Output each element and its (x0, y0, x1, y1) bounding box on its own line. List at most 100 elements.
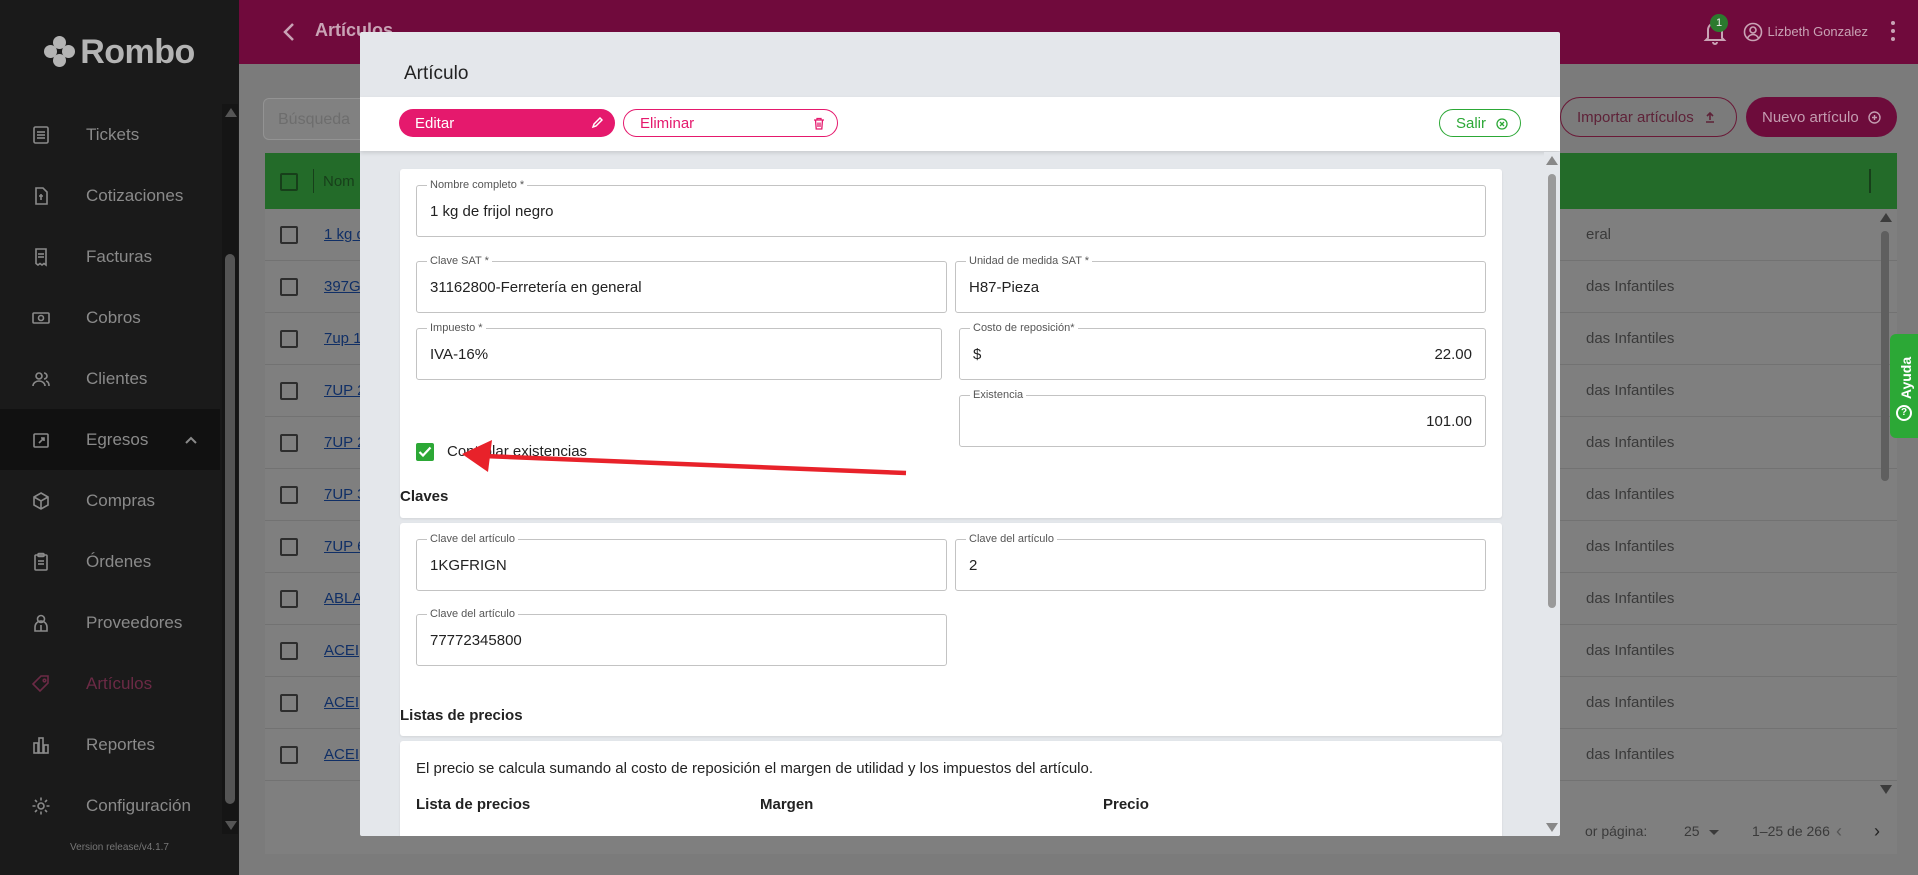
select-all-checkbox[interactable] (280, 173, 298, 191)
sidebar-item-cotizaciones[interactable]: Cotizaciones (0, 165, 220, 226)
article-name-link[interactable]: ACEI (324, 694, 359, 711)
field-label: Clave del artículo (427, 608, 518, 620)
article-name-link[interactable]: 1 kg d (324, 226, 365, 243)
row-checkbox[interactable] (280, 746, 298, 764)
row-checkbox[interactable] (280, 590, 298, 608)
stock-control-checkbox[interactable] (416, 443, 434, 461)
close-circle-icon (1496, 118, 1508, 130)
article-name-link[interactable]: 7up 1 (324, 330, 362, 347)
row-checkbox[interactable] (280, 434, 298, 452)
import-articles-label: Importar artículos (1577, 108, 1694, 126)
row-checkbox[interactable] (280, 486, 298, 504)
article-name-link[interactable]: 397G (324, 278, 361, 295)
table-scrollbar[interactable] (1878, 209, 1893, 794)
price-info-text: El precio se calcula sumando al costo de… (416, 760, 1094, 777)
pencil-icon (591, 117, 603, 129)
tax-field[interactable]: Impuesto * IVA-16% (416, 322, 942, 380)
trash-icon (814, 117, 824, 130)
field-label: Nombre completo * (427, 179, 528, 191)
row-checkbox[interactable] (280, 278, 298, 296)
sidebar-item-egresos[interactable]: Egresos (0, 409, 220, 470)
sat-unit-field[interactable]: Unidad de medida SAT * H87-Pieza (955, 255, 1486, 313)
sidebar-item-label: Proveedores (86, 612, 183, 632)
field-label: Clave del artículo (966, 533, 1057, 545)
row-checkbox[interactable] (280, 642, 298, 660)
modal-scrollbar[interactable] (1544, 152, 1560, 836)
scroll-up-arrow-icon[interactable] (225, 108, 237, 117)
price-lists-section-title: Listas de precios (400, 707, 523, 724)
tickets-icon (30, 124, 52, 146)
article-name-link[interactable]: ACEI (324, 642, 359, 659)
add-circle-icon (1868, 110, 1881, 124)
field-value: 1 kg de frijol negro (430, 203, 554, 220)
import-articles-button[interactable]: Importar artículos (1560, 97, 1737, 137)
sidebar-item-ordenes[interactable]: Órdenes (0, 531, 220, 592)
scroll-up-arrow-icon[interactable] (1880, 213, 1892, 222)
article-key-field[interactable]: Clave del artículo 2 (955, 533, 1486, 591)
exit-button[interactable]: Salir (1439, 109, 1521, 137)
new-article-button[interactable]: Nuevo artículo (1746, 97, 1897, 137)
scroll-up-arrow-icon[interactable] (1546, 156, 1558, 165)
field-value: 77772345800 (430, 632, 522, 649)
field-label: Costo de reposición* (970, 322, 1078, 334)
row-checkbox[interactable] (280, 694, 298, 712)
stock-field[interactable]: Existencia 101.00 (959, 389, 1486, 447)
sat-key-field[interactable]: Clave SAT * 31162800-Ferretería en gener… (416, 255, 947, 313)
version-label: Version release/v4.1.7 (70, 842, 169, 853)
row-checkbox[interactable] (280, 538, 298, 556)
sidebar: Rombo Tickets Cotizaciones Facturas Cobr… (0, 0, 239, 875)
modal-title: Artículo (404, 63, 469, 84)
currency-prefix: $ (973, 346, 982, 363)
sidebar-item-articulos[interactable]: Artículos (0, 653, 220, 714)
scroll-thumb[interactable] (225, 254, 235, 804)
article-key-field[interactable]: Clave del artículo 77772345800 (416, 608, 947, 666)
sidebar-item-proveedores[interactable]: Proveedores (0, 592, 220, 653)
sidebar-item-cobros[interactable]: Cobros (0, 287, 220, 348)
checkmark-icon (418, 446, 432, 458)
help-tab[interactable]: Ayuda ? (1890, 334, 1918, 438)
sidebar-item-tickets[interactable]: Tickets (0, 104, 220, 165)
field-label: Clave del artículo (427, 533, 518, 545)
edit-button[interactable]: Editar (399, 109, 615, 137)
replacement-cost-field[interactable]: Costo de reposición* $ 22.00 (959, 322, 1486, 380)
gear-icon (30, 795, 52, 817)
quote-document-icon (30, 185, 52, 207)
sidebar-item-compras[interactable]: Compras (0, 470, 220, 531)
article-name-link[interactable]: ACEI (324, 746, 359, 763)
sidebar-item-facturas[interactable]: Facturas (0, 226, 220, 287)
column-header-name[interactable]: Nom (323, 173, 355, 190)
next-page-icon[interactable]: › (1874, 821, 1880, 842)
sidebar-scrollbar[interactable] (222, 104, 238, 834)
people-icon (30, 368, 52, 390)
scroll-down-arrow-icon[interactable] (1546, 823, 1558, 832)
sidebar-item-label: Clientes (86, 368, 148, 388)
article-key-field[interactable]: Clave del artículo 1KGFRIGN (416, 533, 947, 591)
sidebar-item-clientes[interactable]: Clientes (0, 348, 220, 409)
sidebar-item-configuracion[interactable]: Configuración (0, 775, 220, 836)
logo-text: Rombo (80, 32, 195, 71)
prev-page-icon[interactable]: ‹ (1836, 821, 1842, 842)
row-checkbox[interactable] (280, 382, 298, 400)
sidebar-item-label: Reportes (86, 734, 155, 754)
page-range: 1–25 de 266 (1752, 823, 1830, 839)
more-vertical-icon[interactable] (1890, 20, 1896, 42)
delete-button[interactable]: Eliminar (623, 109, 838, 137)
rows-per-page-select[interactable]: 25 (1684, 823, 1700, 839)
field-label: Clave SAT * (427, 255, 492, 267)
user-name[interactable]: Lizbeth Gonzalez (1768, 24, 1868, 39)
caret-down-icon[interactable] (1709, 830, 1719, 835)
article-category: das Infantiles (1586, 330, 1675, 347)
article-name-link[interactable]: ABLA (324, 590, 362, 607)
field-value: 1KGFRIGN (430, 557, 507, 574)
row-checkbox[interactable] (280, 226, 298, 244)
scroll-thumb[interactable] (1548, 174, 1556, 608)
sidebar-item-reportes[interactable]: Reportes (0, 714, 220, 775)
scroll-down-arrow-icon[interactable] (1880, 785, 1892, 794)
annotation-arrow-icon (462, 440, 907, 476)
user-avatar-icon[interactable] (1743, 22, 1763, 42)
scroll-down-arrow-icon[interactable] (225, 821, 237, 830)
back-arrow-icon[interactable] (279, 20, 299, 44)
row-checkbox[interactable] (280, 330, 298, 348)
full-name-field[interactable]: Nombre completo * 1 kg de frijol negro (416, 179, 1486, 237)
scroll-thumb[interactable] (1881, 231, 1889, 481)
